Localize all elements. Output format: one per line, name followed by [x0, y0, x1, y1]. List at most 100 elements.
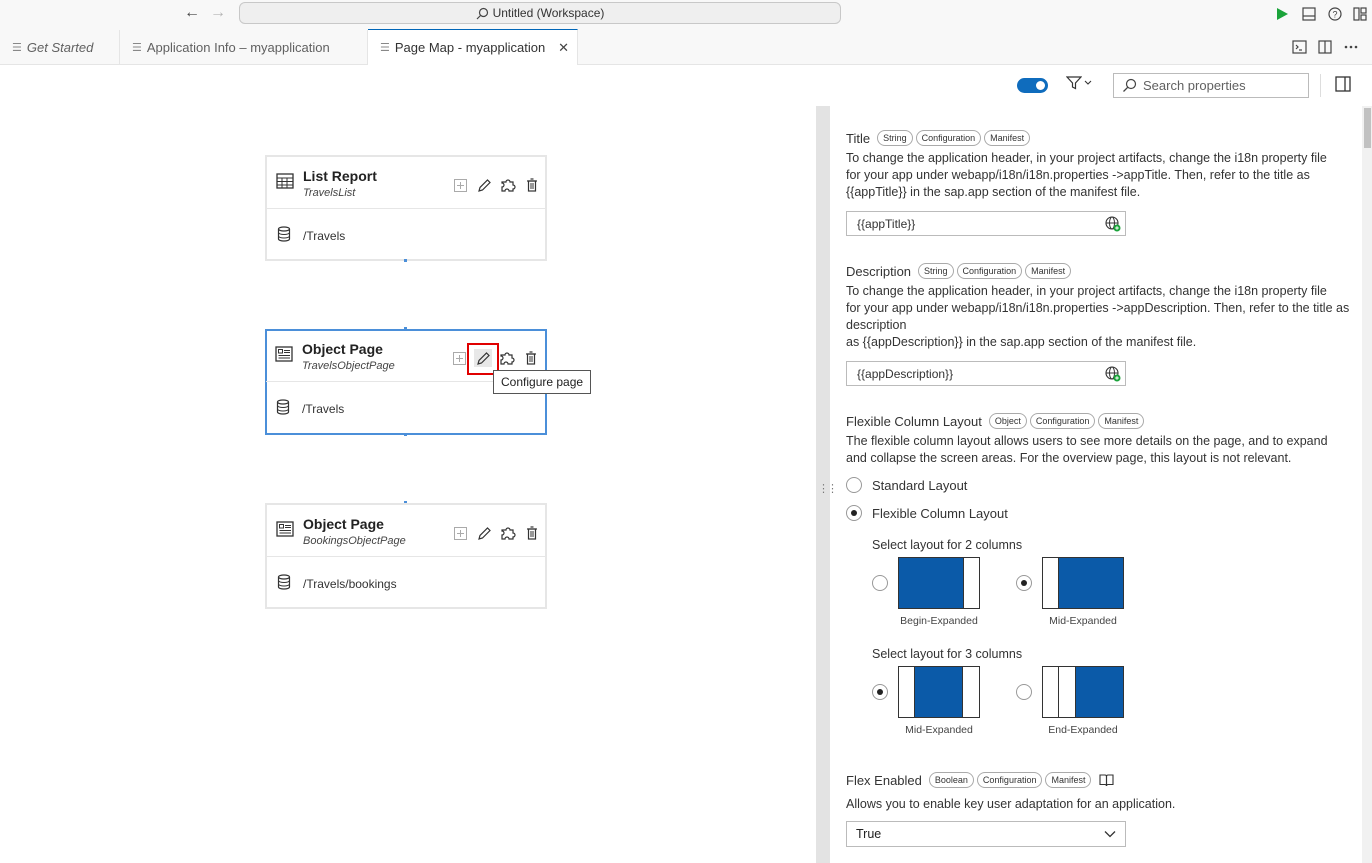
- property-title: Title String Configuration Manifest To c…: [846, 130, 1356, 201]
- add-icon[interactable]: [451, 176, 469, 194]
- run-icon[interactable]: [1272, 4, 1292, 24]
- mid-expanded-tile[interactable]: [1042, 557, 1124, 609]
- scope-badge: Configuration: [915, 130, 982, 146]
- scrollbar-thumb[interactable]: [1364, 108, 1371, 148]
- tile-caption: Mid-Expanded: [905, 724, 973, 736]
- description-line: and collapse the screen areas. For the o…: [846, 451, 1292, 465]
- card-actions: [451, 176, 541, 194]
- filter-button[interactable]: [1066, 76, 1092, 90]
- radio-end-expanded[interactable]: [1016, 684, 1032, 700]
- scope-badge: Configuration: [1029, 413, 1096, 429]
- card-actions: [451, 524, 541, 542]
- type-badge: String: [918, 263, 954, 279]
- property-name: Flexible Column Layout: [846, 413, 982, 429]
- filter-icon: [1066, 76, 1082, 90]
- tile-column: [1043, 667, 1059, 717]
- page-id: BookingsObjectPage: [303, 535, 406, 547]
- source-badge: Manifest: [1045, 772, 1092, 788]
- database-icon: [277, 226, 291, 245]
- description-line: {{appTitle}} in the sap.app section of t…: [846, 185, 1141, 199]
- mid-expanded-3col-tile[interactable]: [898, 666, 980, 718]
- radio-begin-expanded[interactable]: [872, 575, 888, 591]
- two-column-label: Select layout for 2 columns: [872, 538, 1023, 552]
- customize-layout-icon[interactable]: [1350, 4, 1370, 24]
- page-title: Object Page: [302, 341, 383, 357]
- page-id: TravelsObjectPage: [302, 360, 395, 372]
- page-title: List Report: [303, 168, 377, 184]
- add-icon[interactable]: [451, 524, 469, 542]
- divider: [1320, 74, 1321, 97]
- document-icon: ☰: [380, 42, 390, 54]
- radio-flexible-column-layout[interactable]: [846, 505, 862, 521]
- trash-icon[interactable]: [523, 176, 541, 194]
- puzzle-icon[interactable]: [499, 524, 517, 542]
- globe-icon[interactable]: [1105, 366, 1121, 385]
- tile-column: [1076, 667, 1123, 717]
- chevron-down-icon: [1103, 827, 1117, 844]
- begin-expanded-tile[interactable]: [898, 557, 980, 609]
- toggle-switch[interactable]: [1017, 78, 1048, 93]
- editor-tab-bar: ☰ Get Started ☰ Application Info – myapp…: [0, 29, 1372, 65]
- side-panel-icon[interactable]: [1335, 76, 1351, 95]
- description-line: description: [846, 318, 907, 332]
- svg-text:?: ?: [1332, 10, 1337, 20]
- radio-mid-expanded-3col[interactable]: [872, 684, 888, 700]
- scope-badge: Configuration: [976, 772, 1043, 788]
- document-icon: ☰: [132, 42, 142, 54]
- globe-icon[interactable]: [1105, 216, 1121, 235]
- tile-column: [899, 558, 963, 608]
- split-editor-icon[interactable]: [1316, 38, 1334, 56]
- tile-column: [899, 667, 915, 717]
- connector-point: [404, 259, 407, 262]
- forward-arrow-icon[interactable]: →: [210, 4, 226, 22]
- select-value: True: [856, 827, 882, 841]
- radio-mid-expanded-2col[interactable]: [1016, 575, 1032, 591]
- search-input[interactable]: Search properties: [1113, 73, 1309, 98]
- puzzle-icon[interactable]: [498, 349, 516, 367]
- back-arrow-icon[interactable]: ←: [184, 4, 200, 22]
- flex-enabled-select[interactable]: True: [846, 821, 1126, 847]
- help-icon[interactable]: ?: [1325, 4, 1345, 24]
- object-page-icon: [276, 521, 294, 540]
- description-field[interactable]: {{appDescription}}: [846, 361, 1126, 386]
- title-field[interactable]: {{appTitle}}: [846, 211, 1126, 236]
- tile-caption: Begin-Expanded: [900, 615, 978, 627]
- entity-set-path: /Travels: [302, 402, 345, 416]
- field-value: {{appTitle}}: [857, 216, 916, 231]
- tile-column: [1059, 667, 1076, 717]
- page-card-list-report[interactable]: List Report TravelsList /Travels: [265, 155, 547, 261]
- drag-handle-icon[interactable]: ⋮⋮: [818, 482, 838, 495]
- tab-application-info[interactable]: ☰ Application Info – myapplication: [120, 30, 368, 65]
- search-icon: [1123, 78, 1137, 92]
- end-expanded-tile[interactable]: [1042, 666, 1124, 718]
- trash-icon[interactable]: [523, 524, 541, 542]
- description-line: for your app under webapp/i18n/i18n.prop…: [846, 301, 1350, 315]
- scope-badge: Configuration: [956, 263, 1023, 279]
- more-actions-icon[interactable]: [1342, 38, 1360, 56]
- pencil-icon[interactable]: [475, 524, 493, 542]
- three-column-label: Select layout for 3 columns: [872, 647, 1023, 661]
- page-title: Object Page: [303, 516, 384, 532]
- command-center[interactable]: Untitled (Workspace): [239, 2, 841, 24]
- source-badge: Manifest: [1025, 263, 1072, 279]
- pencil-icon[interactable]: [475, 176, 493, 194]
- page-card-bookings-object-page[interactable]: Object Page BookingsObjectPage /Travels/…: [265, 503, 547, 609]
- tab-page-map[interactable]: ☰ Page Map - myapplication ✕: [368, 29, 578, 65]
- page-id: TravelsList: [303, 187, 356, 199]
- workspace-title: Untitled (Workspace): [492, 6, 605, 20]
- tab-get-started[interactable]: ☰ Get Started: [0, 30, 120, 65]
- radio-standard-layout[interactable]: [846, 477, 862, 493]
- close-icon[interactable]: ✕: [558, 40, 569, 56]
- trash-icon[interactable]: [522, 349, 540, 367]
- scrollbar[interactable]: [1362, 106, 1372, 863]
- add-icon[interactable]: [450, 349, 468, 367]
- description-line: To change the application header, in you…: [846, 151, 1327, 165]
- tile-column: [962, 667, 979, 717]
- object-page-icon: [275, 346, 293, 365]
- book-icon[interactable]: [1099, 773, 1115, 787]
- description-line: Allows you to enable key user adaptation…: [846, 797, 1176, 811]
- puzzle-icon[interactable]: [499, 176, 517, 194]
- panel-layout-icon[interactable]: [1299, 4, 1319, 24]
- tile-column: [963, 558, 979, 608]
- terminal-icon[interactable]: [1290, 38, 1308, 56]
